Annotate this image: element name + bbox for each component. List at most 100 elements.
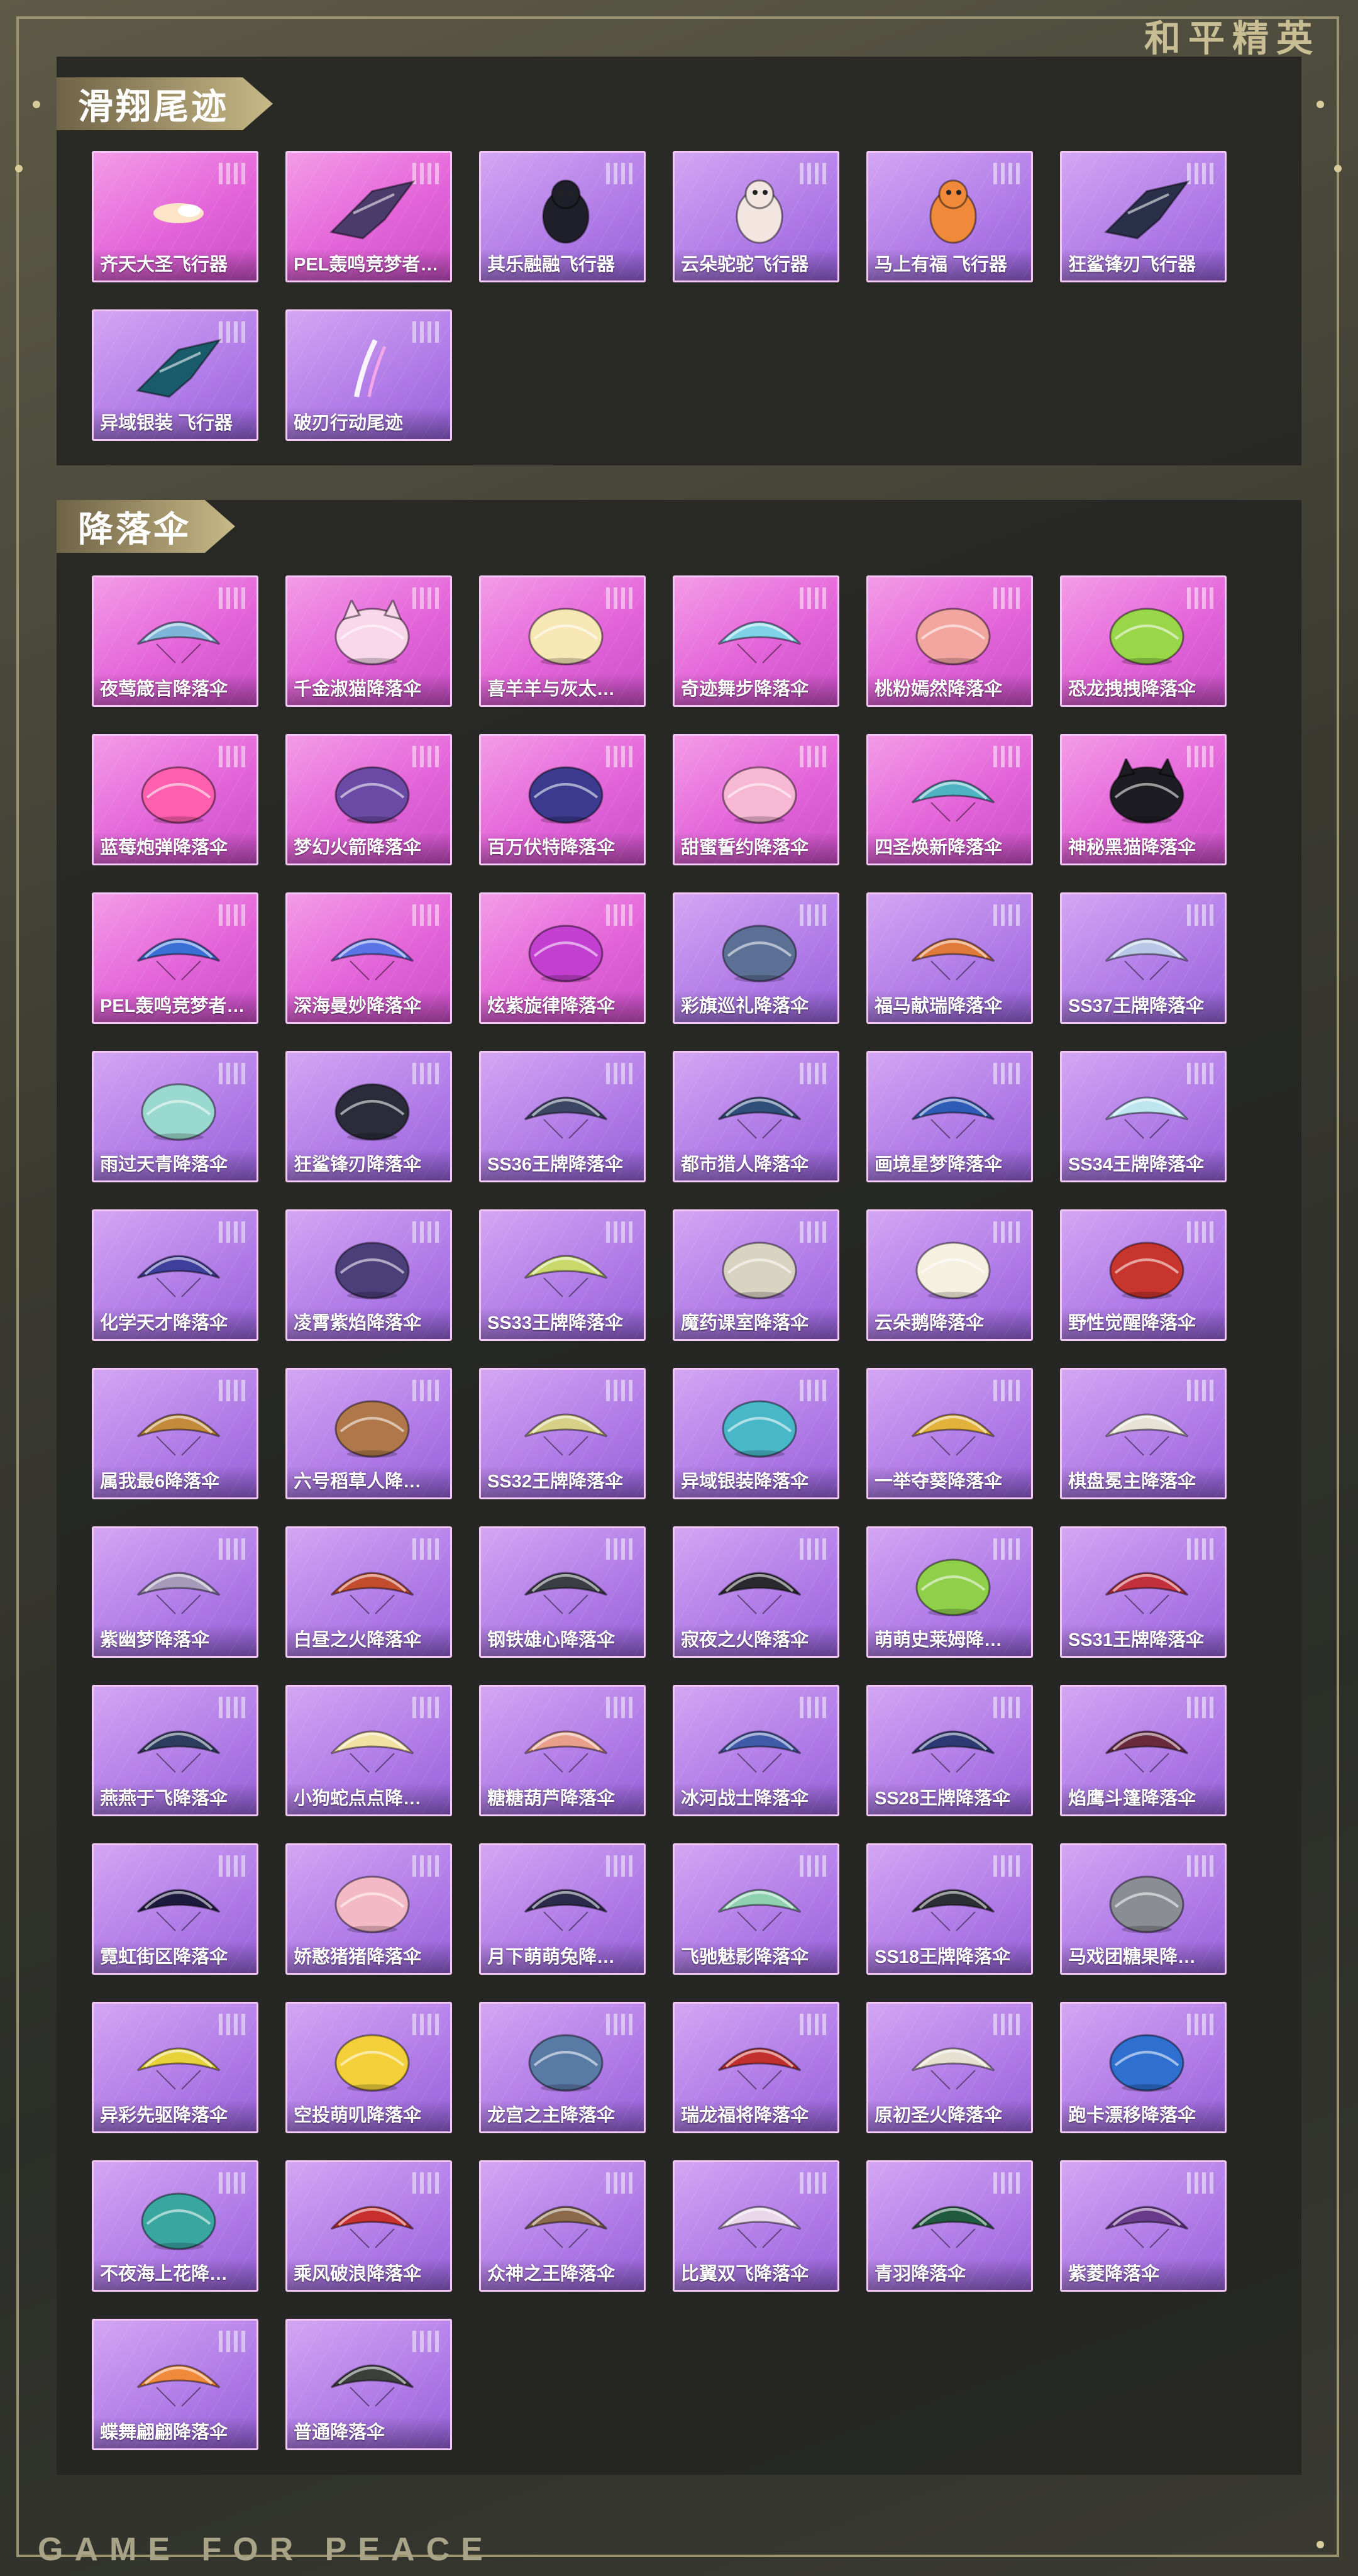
canopy-icon xyxy=(519,1709,613,1779)
item-card[interactable]: 棋盘冕主降落伞 xyxy=(1060,1368,1227,1499)
item-card[interactable]: 梦幻火箭降落伞 xyxy=(285,734,452,865)
item-card[interactable]: 原初圣火降落伞 xyxy=(866,2002,1033,2133)
item-card[interactable]: 属我最6降落伞 xyxy=(92,1368,258,1499)
item-card[interactable]: 奇迹舞步降落伞 xyxy=(673,575,839,707)
item-card[interactable]: 蓝莓炮弹降落伞 xyxy=(92,734,258,865)
item-card[interactable]: 狂鲨锋刃降落伞 xyxy=(285,1051,452,1182)
canopy-icon xyxy=(1100,1392,1194,1462)
item-card[interactable]: 福马献瑞降落伞 xyxy=(866,892,1033,1024)
item-label: 百万伏特降落伞 xyxy=(481,832,644,863)
item-card[interactable]: SS31王牌降落伞 xyxy=(1060,1526,1227,1658)
item-card[interactable]: PEL轰鸣竞梦者… xyxy=(92,892,258,1024)
item-card[interactable]: 桃粉嫣然降落伞 xyxy=(866,575,1033,707)
item-card[interactable]: PEL轰鸣竞梦者… xyxy=(285,151,452,282)
item-card[interactable]: 一举夺葵降落伞 xyxy=(866,1368,1033,1499)
item-label: PEL轰鸣竞梦者… xyxy=(287,249,450,280)
item-card[interactable]: 狂鲨锋刃飞行器 xyxy=(1060,151,1227,282)
item-card[interactable]: 恐龙拽拽降落伞 xyxy=(1060,575,1227,707)
item-card[interactable]: 青羽降落伞 xyxy=(866,2160,1033,2292)
item-card[interactable]: 百万伏特降落伞 xyxy=(479,734,646,865)
item-card[interactable]: 雨过天青降落伞 xyxy=(92,1051,258,1182)
item-label: 焰鹰斗篷降落伞 xyxy=(1062,1783,1225,1814)
canopy-icon xyxy=(906,1392,1000,1462)
item-card[interactable]: SS34王牌降落伞 xyxy=(1060,1051,1227,1182)
item-card[interactable]: 焰鹰斗篷降落伞 xyxy=(1060,1685,1227,1816)
item-card[interactable]: 霓虹街区降落伞 xyxy=(92,1843,258,1975)
item-card[interactable]: 化学天才降落伞 xyxy=(92,1209,258,1341)
item-label: 空投萌叽降落伞 xyxy=(287,2100,450,2131)
item-card[interactable]: 糖糖葫芦降落伞 xyxy=(479,1685,646,1816)
item-card[interactable]: 神秘黑猫降落伞 xyxy=(1060,734,1227,865)
item-card[interactable]: 飞驰魅影降落伞 xyxy=(673,1843,839,1975)
item-label: 其乐融融飞行器 xyxy=(481,249,644,280)
item-card[interactable]: 龙宫之主降落伞 xyxy=(479,2002,646,2133)
item-card[interactable]: 云朵驼驼飞行器 xyxy=(673,151,839,282)
item-card[interactable]: 冰河战士降落伞 xyxy=(673,1685,839,1816)
round-chute-icon xyxy=(906,600,1000,669)
item-label: SS36王牌降落伞 xyxy=(481,1149,644,1180)
item-card[interactable]: 燕燕于飞降落伞 xyxy=(92,1685,258,1816)
item-card[interactable]: 异域银装降落伞 xyxy=(673,1368,839,1499)
item-label: 齐天大圣飞行器 xyxy=(94,249,257,280)
item-card[interactable]: SS28王牌降落伞 xyxy=(866,1685,1033,1816)
item-card[interactable]: 乘风破浪降落伞 xyxy=(285,2160,452,2292)
item-card[interactable]: 炫紫旋律降落伞 xyxy=(479,892,646,1024)
item-card[interactable]: 夜莺箴言降落伞 xyxy=(92,575,258,707)
item-card[interactable]: 月下萌萌兔降… xyxy=(479,1843,646,1975)
item-card[interactable]: 千金淑猫降落伞 xyxy=(285,575,452,707)
item-card[interactable]: 瑞龙福将降落伞 xyxy=(673,2002,839,2133)
item-card[interactable]: 都市猎人降落伞 xyxy=(673,1051,839,1182)
item-card[interactable]: 紫菱降落伞 xyxy=(1060,2160,1227,2292)
item-card[interactable]: 云朵鹅降落伞 xyxy=(866,1209,1033,1341)
item-label: 月下萌萌兔降… xyxy=(481,1941,644,1973)
item-card[interactable]: 蝶舞翩翩降落伞 xyxy=(92,2319,258,2450)
item-card[interactable]: 萌萌史莱姆降… xyxy=(866,1526,1033,1658)
item-card[interactable]: 异彩先驱降落伞 xyxy=(92,2002,258,2133)
item-label: 魔药课室降落伞 xyxy=(675,1307,837,1339)
item-card[interactable]: 其乐融融飞行器 xyxy=(479,151,646,282)
item-card[interactable]: 四圣焕新降落伞 xyxy=(866,734,1033,865)
canopy-icon xyxy=(1100,2185,1194,2254)
item-label: 比翼双飞降落伞 xyxy=(675,2258,837,2290)
item-card[interactable]: SS32王牌降落伞 xyxy=(479,1368,646,1499)
item-card[interactable]: SS36王牌降落伞 xyxy=(479,1051,646,1182)
item-label: 钢铁雄心降落伞 xyxy=(481,1624,644,1656)
item-card[interactable]: 齐天大圣飞行器 xyxy=(92,151,258,282)
item-card[interactable]: 空投萌叽降落伞 xyxy=(285,2002,452,2133)
item-card[interactable]: 钢铁雄心降落伞 xyxy=(479,1526,646,1658)
item-card[interactable]: SS37王牌降落伞 xyxy=(1060,892,1227,1024)
item-label: 都市猎人降落伞 xyxy=(675,1149,837,1180)
item-label: 小狗蛇点点降… xyxy=(287,1783,450,1814)
item-card[interactable]: 跑卡漂移降落伞 xyxy=(1060,2002,1227,2133)
item-card[interactable]: 不夜海上花降… xyxy=(92,2160,258,2292)
item-card[interactable]: 彩旗巡礼降落伞 xyxy=(673,892,839,1024)
item-card[interactable]: 马戏团糖果降… xyxy=(1060,1843,1227,1975)
canopy-icon xyxy=(519,1234,613,1303)
round-chute-icon xyxy=(712,1234,807,1303)
item-card[interactable]: 异域银装 飞行器 xyxy=(92,309,258,441)
item-label: 异彩先驱降落伞 xyxy=(94,2100,257,2131)
item-card[interactable]: 普通降落伞 xyxy=(285,2319,452,2450)
item-card[interactable]: 野性觉醒降落伞 xyxy=(1060,1209,1227,1341)
item-card[interactable]: 凌霄紫焰降落伞 xyxy=(285,1209,452,1341)
item-card[interactable]: 娇憨猪猪降落伞 xyxy=(285,1843,452,1975)
item-card[interactable]: 小狗蛇点点降… xyxy=(285,1685,452,1816)
item-card[interactable]: 魔药课室降落伞 xyxy=(673,1209,839,1341)
item-card[interactable]: 破刃行动尾迹 xyxy=(285,309,452,441)
item-card[interactable]: 比翼双飞降落伞 xyxy=(673,2160,839,2292)
item-card[interactable]: 众神之王降落伞 xyxy=(479,2160,646,2292)
item-card[interactable]: 马上有福 飞行器 xyxy=(866,151,1033,282)
item-card[interactable]: SS18王牌降落伞 xyxy=(866,1843,1033,1975)
item-card[interactable]: SS33王牌降落伞 xyxy=(479,1209,646,1341)
canopy-icon xyxy=(519,1868,613,1937)
item-card[interactable]: 深海曼妙降落伞 xyxy=(285,892,452,1024)
item-card[interactable]: 六号稻草人降… xyxy=(285,1368,452,1499)
item-card[interactable]: 甜蜜誓约降落伞 xyxy=(673,734,839,865)
item-card[interactable]: 寂夜之火降落伞 xyxy=(673,1526,839,1658)
round-chute-icon xyxy=(325,758,419,828)
item-card[interactable]: 紫幽梦降落伞 xyxy=(92,1526,258,1658)
item-card[interactable]: 喜羊羊与灰太… xyxy=(479,575,646,707)
item-card[interactable]: 画境星梦降落伞 xyxy=(866,1051,1033,1182)
item-label: 神秘黑猫降落伞 xyxy=(1062,832,1225,863)
item-card[interactable]: 白昼之火降落伞 xyxy=(285,1526,452,1658)
